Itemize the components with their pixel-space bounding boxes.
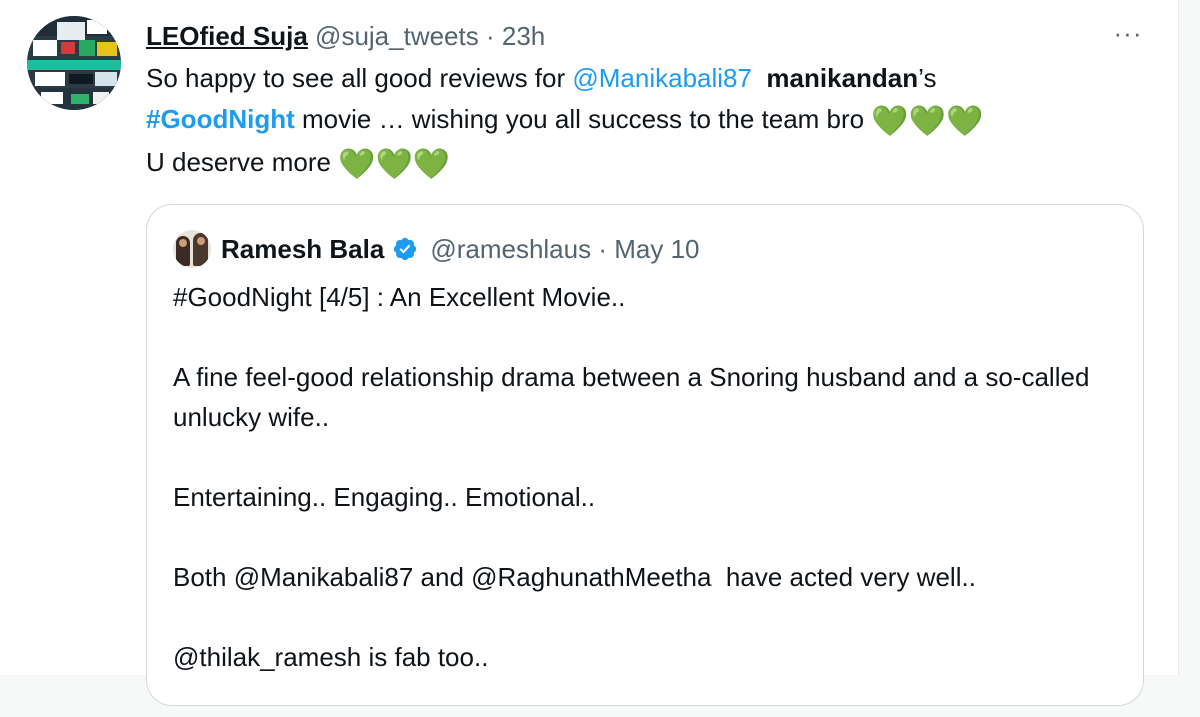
quoted-tweet[interactable]: Ramesh Bala @rameshlaus · May 10 #GoodNi… — [146, 204, 1144, 706]
quoted-tweet-text: #GoodNight [4/5] : An Excellent Movie.. … — [173, 277, 1113, 717]
tweet-text-segment: ’s — [918, 63, 937, 93]
quoted-paragraph: #GoodNight [4/5] : An Excellent Movie.. — [173, 282, 626, 312]
bold-name: manikandan — [766, 63, 919, 93]
display-name[interactable]: LEOfied Suja — [146, 21, 308, 51]
quoted-handle[interactable]: @rameshlaus — [430, 229, 591, 269]
timestamp[interactable]: 23h — [502, 21, 545, 51]
tweet-text-segment: movie … wishing you all success to the t… — [294, 104, 872, 134]
quoted-tweet-header: Ramesh Bala @rameshlaus · May 10 — [173, 229, 700, 269]
separator-dot: · — [485, 21, 495, 51]
quoted-paragraph: @thilak_ramesh is fab too.. — [173, 642, 489, 672]
green-heart-emoji: 💚💚💚 — [871, 105, 984, 138]
quoted-paragraph: Both @Manikabali87 and @RaghunathMeetha … — [173, 562, 976, 592]
tweet-text: So happy to see all good reviews for @Ma… — [146, 58, 1146, 185]
quoted-paragraph: A fine feel-good relationship drama betw… — [173, 362, 1090, 432]
tweet[interactable]: LEOfied Suja @suja_tweets · 23h ··· So h… — [0, 0, 1179, 706]
quoted-display-name[interactable]: Ramesh Bala — [221, 229, 384, 269]
quoted-paragraph: Entertaining.. Engaging.. Emotional.. — [173, 482, 596, 512]
tweet-text-segment: So happy to see all good reviews for — [146, 63, 573, 93]
quoted-avatar[interactable] — [173, 230, 211, 268]
separator-dot: · — [598, 234, 608, 264]
quoted-date[interactable]: May 10 — [614, 229, 699, 269]
avatar[interactable] — [27, 16, 121, 110]
more-options-icon[interactable]: ··· — [1108, 20, 1148, 50]
hashtag-link[interactable]: #GoodNight — [146, 104, 295, 134]
mention-link[interactable]: @Manikabali87 — [572, 63, 752, 93]
tweet-text-segment — [752, 63, 766, 93]
verified-badge-icon — [394, 237, 417, 261]
user-handle[interactable]: @suja_tweets — [315, 21, 479, 51]
tweet-header: LEOfied Suja @suja_tweets · 23h — [146, 18, 545, 54]
tweet-text-segment: U deserve more — [146, 147, 339, 177]
green-heart-emoji: 💚💚💚 — [338, 148, 451, 181]
